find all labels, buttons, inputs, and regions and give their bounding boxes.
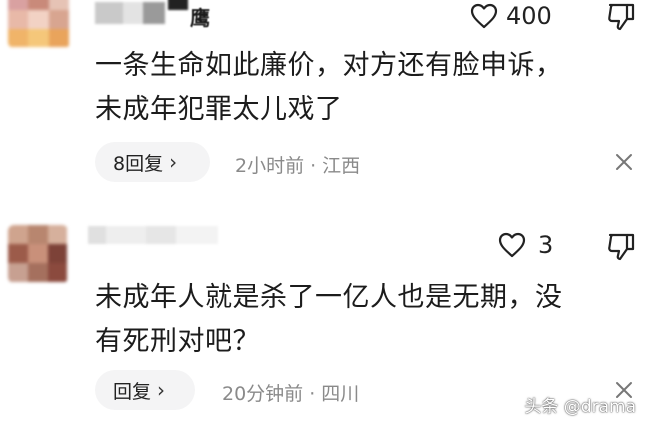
timestamp: 2小时前 (235, 155, 305, 177)
separator: · (310, 155, 317, 177)
dislike-button[interactable] (606, 232, 636, 266)
username-blurred[interactable] (88, 226, 218, 244)
like-count: 400 (506, 2, 552, 30)
avatar[interactable] (8, 225, 68, 283)
comment-item: 鹰 400 一条生命如此廉价，对方还有脸申诉， 未成年犯罪太儿戏了 8回复 › … (0, 0, 650, 205)
username[interactable]: 鹰 (190, 2, 210, 31)
comment-text-line: 未成年犯罪太儿戏了 (95, 94, 343, 125)
location: 江西 (322, 155, 361, 177)
close-icon[interactable] (615, 153, 633, 171)
reply-label: 8回复 (113, 152, 164, 175)
avatar[interactable] (8, 0, 70, 48)
comment-text: 未成年人就是杀了一亿人也是无期，没 有死刑对吧？ (95, 276, 563, 364)
comment-meta: 20分钟前 · 四川 (222, 379, 359, 406)
chevron-right-icon: › (169, 150, 178, 174)
comment-text-line: 有死刑对吧？ (95, 326, 260, 357)
like-button[interactable]: 3 (498, 231, 553, 259)
comment-meta: 2小时前 · 江西 (235, 151, 360, 178)
heart-outline-icon (498, 232, 526, 258)
reply-label: 回复 (113, 380, 152, 403)
username-redaction (168, 0, 188, 10)
comment-text: 一条生命如此廉价，对方还有脸申诉， 未成年犯罪太儿戏了 (95, 44, 563, 132)
separator: · (309, 383, 316, 405)
comment-text-line: 一条生命如此廉价，对方还有脸申诉， (95, 50, 563, 81)
like-button[interactable]: 400 (470, 2, 552, 30)
username-blurred[interactable] (95, 2, 165, 24)
thumbs-down-icon (606, 3, 636, 36)
reply-button[interactable]: 8回复 › (95, 142, 210, 182)
thumbs-down-icon (606, 233, 636, 266)
dislike-button[interactable] (606, 2, 636, 36)
timestamp: 20分钟前 (222, 383, 304, 405)
heart-outline-icon (470, 3, 498, 29)
like-count: 3 (538, 231, 554, 259)
watermark: 头条 @drama (524, 397, 636, 417)
location: 四川 (321, 383, 360, 405)
reply-button[interactable]: 回复 › (95, 370, 195, 410)
chevron-right-icon: › (157, 378, 166, 402)
comment-text-line: 未成年人就是杀了一亿人也是无期，没 (95, 282, 563, 313)
